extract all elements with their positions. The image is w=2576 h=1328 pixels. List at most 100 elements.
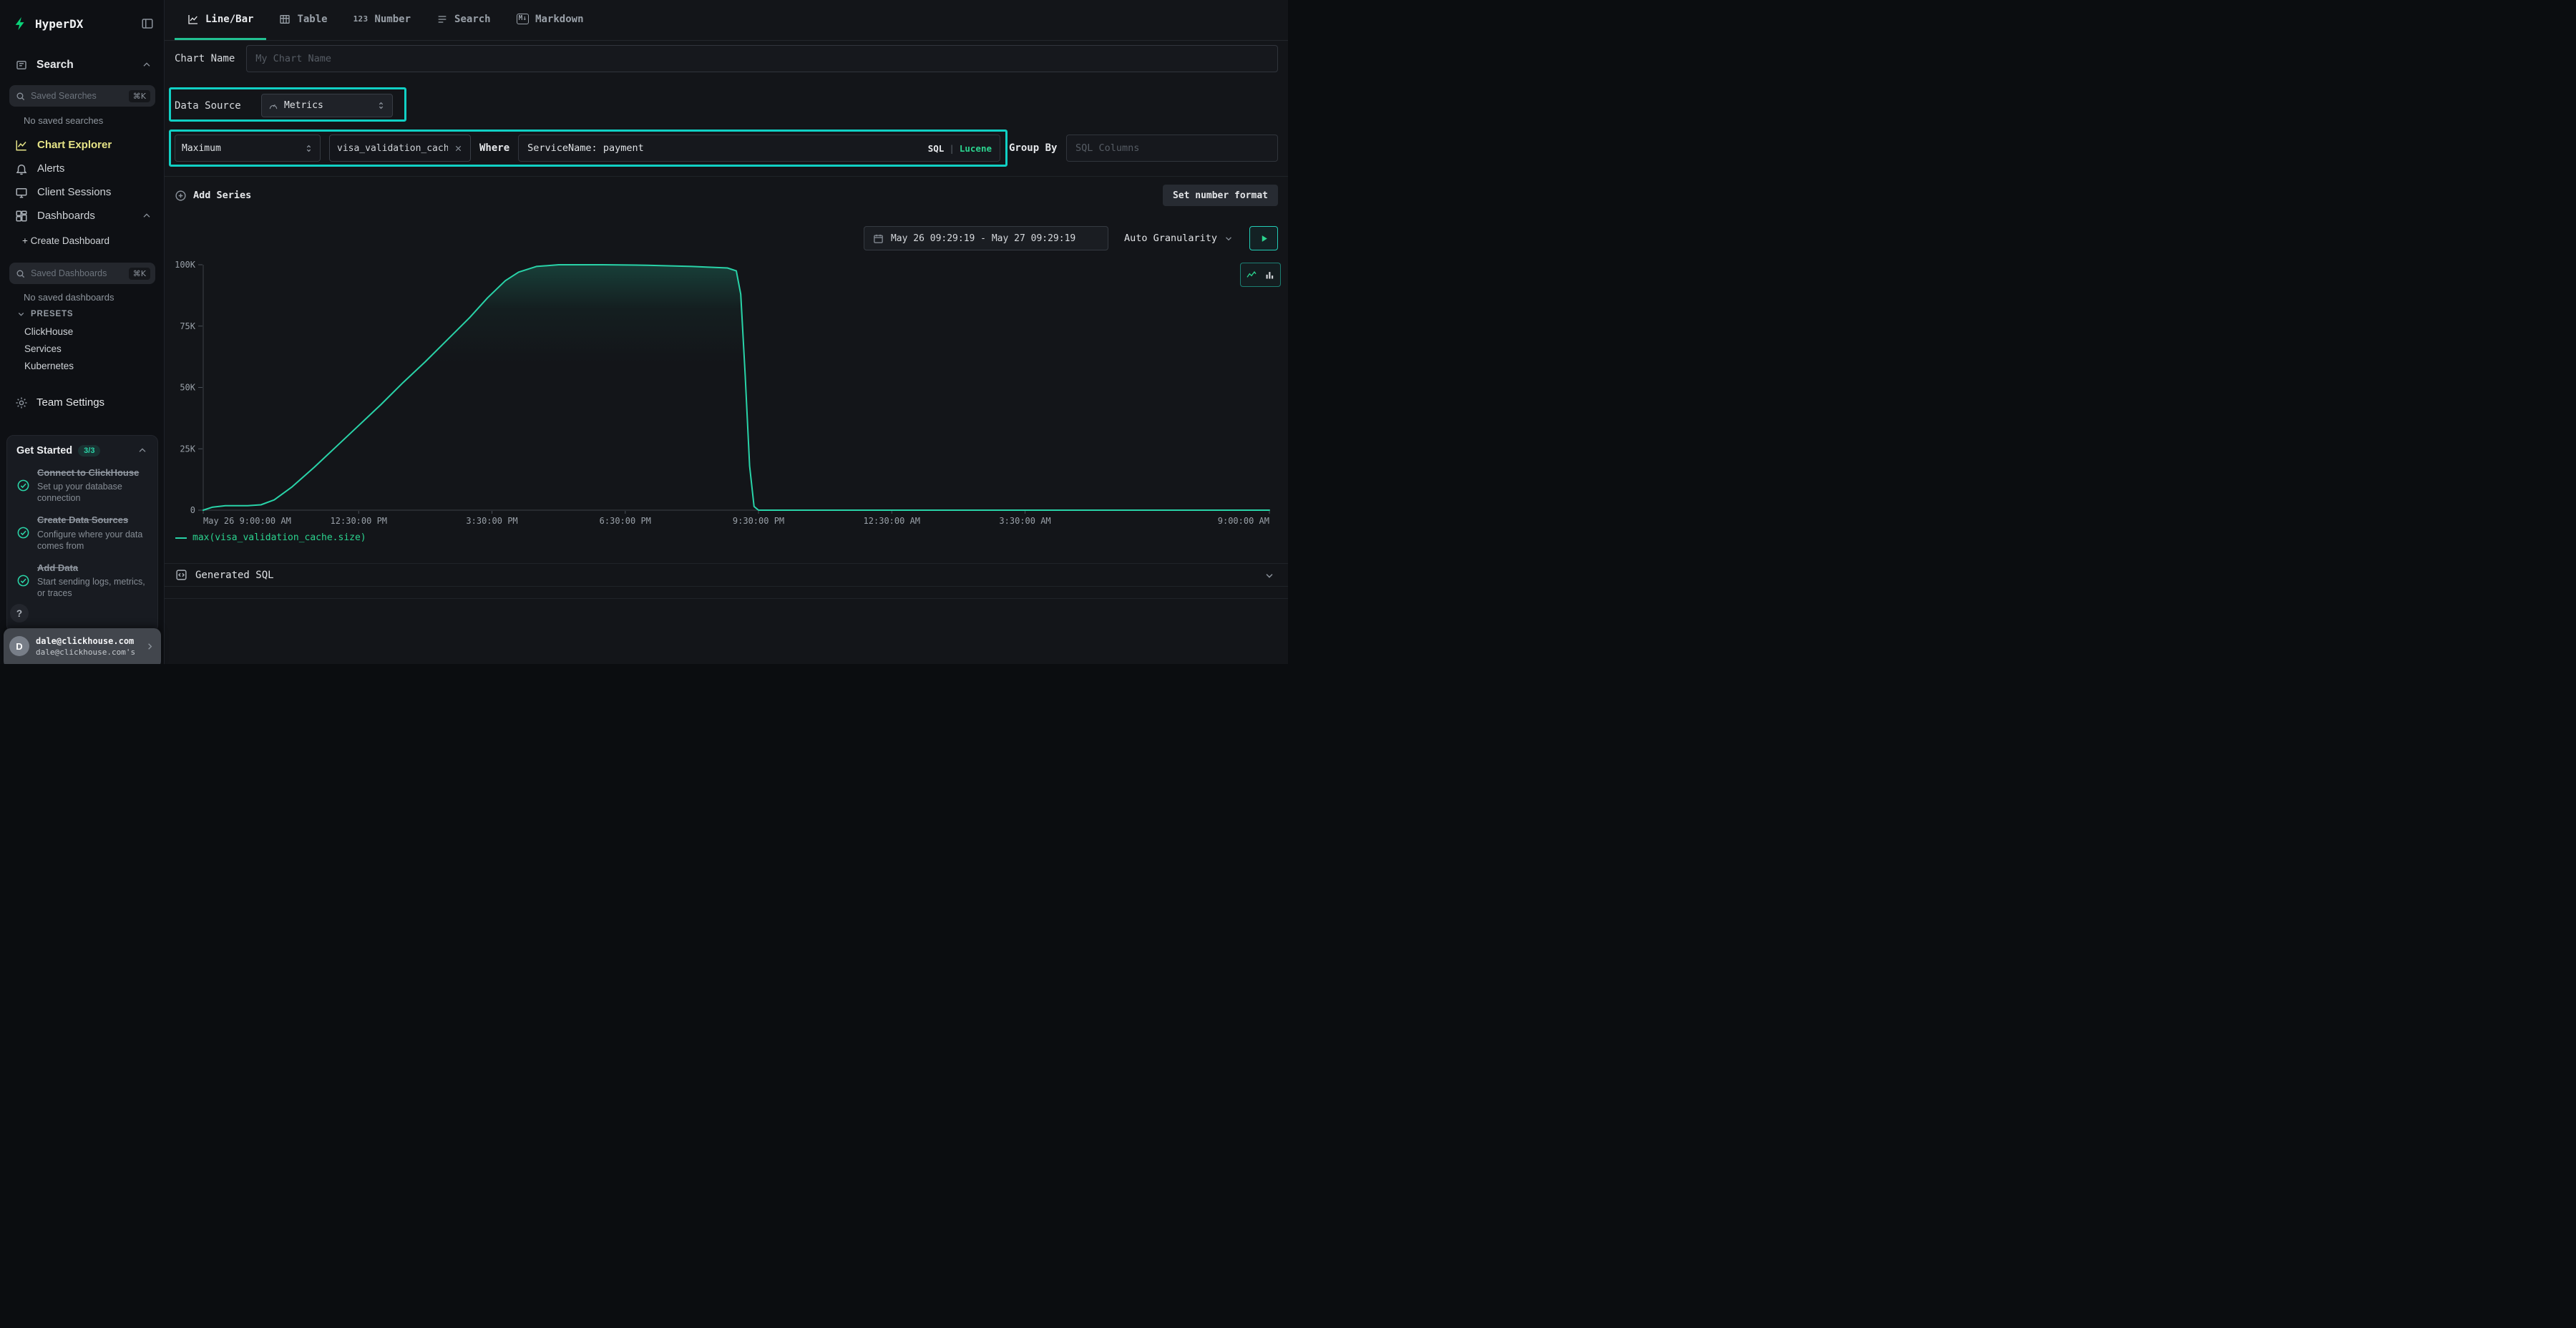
add-series-button[interactable]: Add Series [175, 190, 251, 202]
set-number-format-button[interactable]: Set number format [1163, 185, 1278, 206]
sidebar-item-dashboards[interactable]: Dashboards [0, 204, 164, 228]
app-title: HyperDX [35, 17, 135, 31]
preset-services[interactable]: Services [24, 343, 62, 354]
sidebar-item-alerts[interactable]: Alerts [0, 157, 164, 180]
chevron-down-icon [1224, 233, 1234, 243]
saved-searches-placeholder: Saved Searches [31, 91, 123, 101]
get-started-title: Get Started [16, 445, 72, 456]
svg-text:12:30:00 PM: 12:30:00 PM [331, 516, 387, 526]
dashboards-grid-icon [15, 210, 28, 223]
svg-text:50K: 50K [180, 383, 195, 393]
generated-sql-toggle[interactable]: Generated SQL [165, 563, 1288, 587]
preset-clickhouse[interactable]: ClickHouse [24, 326, 73, 337]
sql-mode-toggle[interactable]: SQL [928, 143, 945, 154]
check-circle-icon [16, 574, 30, 587]
saved-searches-input[interactable]: Saved Searches ⌘K [9, 85, 155, 107]
search-icon [16, 269, 25, 278]
svg-text:3:30:00 PM: 3:30:00 PM [466, 516, 517, 526]
aggregation-select[interactable]: Maximum [175, 135, 321, 162]
svg-text:25K: 25K [180, 444, 195, 454]
gear-icon [15, 396, 28, 409]
no-saved-searches-text: No saved searches [24, 115, 103, 126]
line-chart-plot[interactable]: 025K50K75K100KMay 26 9:00:00 AM12:30:00 … [165, 254, 1288, 533]
user-subtitle: dale@clickhouse.com's [36, 648, 138, 657]
chevron-right-icon [145, 641, 155, 652]
hyperdx-logo-icon [13, 16, 29, 31]
metric-field-tag[interactable]: visa_validation_cach [329, 135, 471, 162]
create-dashboard-button[interactable]: + Create Dashboard [22, 235, 157, 246]
help-button[interactable]: ? [10, 604, 29, 622]
svg-text:9:00:00 AM: 9:00:00 AM [1218, 516, 1269, 526]
list-icon [436, 14, 448, 25]
sidebar-item-client-sessions[interactable]: Client Sessions [0, 180, 164, 204]
metrics-icon [268, 101, 278, 111]
search-icon [16, 92, 25, 101]
avatar: D [9, 636, 29, 656]
data-source-select[interactable]: Metrics [261, 94, 393, 117]
table-icon [279, 14, 291, 25]
where-label: Where [479, 142, 509, 154]
shortcut-badge: ⌘K [129, 268, 150, 280]
saved-dashboards-input[interactable]: Saved Dashboards ⌘K [9, 263, 155, 284]
tab-line-bar[interactable]: Line/Bar [175, 0, 266, 40]
sidebar-item-team-settings[interactable]: Team Settings [0, 391, 164, 414]
shortcut-badge: ⌘K [129, 90, 150, 102]
tab-search[interactable]: Search [424, 0, 504, 40]
date-range-picker[interactable]: May 26 09:29:19 - May 27 09:29:19 [864, 226, 1108, 250]
get-started-step[interactable]: Add Data Start sending logs, metrics, or… [16, 562, 148, 599]
granularity-select[interactable]: Auto Granularity [1118, 233, 1239, 244]
chart-type-tabbar: Line/Bar Table 123 Number Search M↓ Mark… [165, 0, 1288, 41]
no-saved-dashboards-text: No saved dashboards [24, 292, 114, 303]
chevron-up-icon[interactable] [137, 445, 148, 456]
get-started-progress-badge: 3/3 [78, 445, 100, 456]
toggle-separator: | [949, 143, 955, 154]
search-section-icon [15, 59, 28, 72]
svg-text:9:30:00 PM: 9:30:00 PM [733, 516, 784, 526]
run-query-button[interactable] [1249, 226, 1278, 250]
sidebar-item-chart-explorer[interactable]: Chart Explorer [0, 133, 164, 157]
section-divider [165, 176, 1288, 177]
sidebar: HyperDX Search Saved Searches ⌘K No save… [0, 0, 165, 664]
circle-plus-icon [175, 190, 187, 202]
svg-text:75K: 75K [180, 321, 195, 331]
markdown-icon: M↓ [517, 14, 529, 24]
svg-text:0: 0 [190, 505, 195, 515]
line-bar-icon [187, 14, 199, 25]
tab-markdown[interactable]: M↓ Markdown [504, 0, 597, 40]
monitor-icon [15, 186, 28, 199]
lucene-mode-toggle[interactable]: Lucene [960, 143, 992, 154]
number-123-icon: 123 [353, 14, 369, 24]
saved-dashboards-placeholder: Saved Dashboards [31, 268, 123, 278]
svg-text:12:30:00 AM: 12:30:00 AM [864, 516, 920, 526]
svg-text:6:30:00 PM: 6:30:00 PM [600, 516, 651, 526]
get-started-step[interactable]: Connect to ClickHouse Set up your databa… [16, 467, 148, 504]
series-legend[interactable]: max(visa_validation_cache.size) [175, 532, 366, 543]
chart-line-icon [15, 139, 28, 152]
code-icon [175, 569, 187, 581]
tab-table[interactable]: Table [266, 0, 340, 40]
tab-number[interactable]: 123 Number [341, 0, 424, 40]
svg-text:3:30:00 AM: 3:30:00 AM [999, 516, 1050, 526]
metrics-chart[interactable]: 025K50K75K100KMay 26 9:00:00 AM12:30:00 … [165, 254, 1288, 533]
search-section-label: Search [36, 59, 132, 72]
group-by-label: Group By [1009, 142, 1058, 154]
group-by-input[interactable] [1066, 135, 1278, 162]
chevron-down-icon [16, 309, 26, 318]
chart-name-input[interactable] [246, 45, 1278, 72]
chevron-down-icon[interactable] [1264, 570, 1275, 581]
legend-label: max(visa_validation_cache.size) [192, 532, 366, 543]
chevron-up-icon[interactable] [141, 59, 152, 71]
svg-text:May 26 9:00:00 AM: May 26 9:00:00 AM [203, 516, 291, 526]
close-icon[interactable] [454, 144, 463, 153]
get-started-step[interactable]: Create Data Sources Configure where your… [16, 514, 148, 551]
select-chevrons-icon [376, 101, 386, 110]
collapse-sidebar-icon[interactable] [141, 17, 154, 30]
presets-section-toggle[interactable]: PRESETS [0, 309, 164, 318]
select-chevrons-icon [304, 144, 313, 153]
user-menu[interactable]: D dale@clickhouse.com dale@clickhouse.co… [4, 628, 161, 664]
legend-swatch [175, 537, 187, 539]
chevron-up-icon[interactable] [141, 210, 152, 222]
preset-kubernetes[interactable]: Kubernetes [24, 361, 74, 371]
chart-explorer-main: Line/Bar Table 123 Number Search M↓ Mark… [165, 0, 1288, 664]
sidebar-section-search[interactable]: Search [0, 54, 164, 76]
